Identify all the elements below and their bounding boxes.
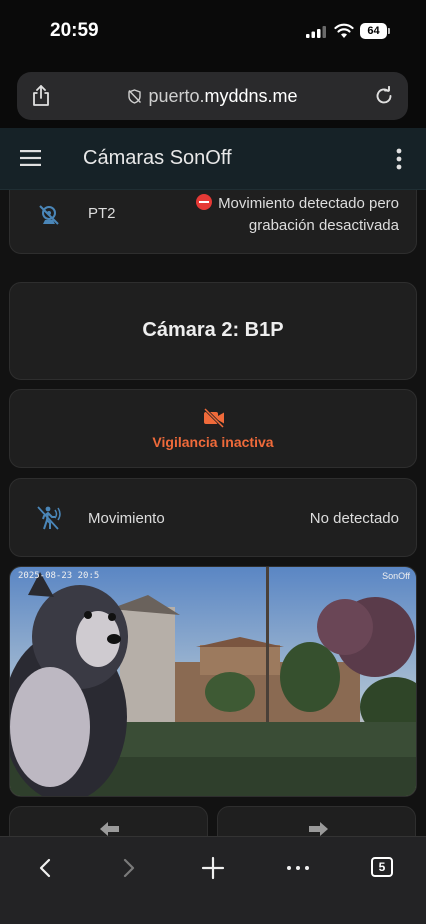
app-header: Cámaras SonOff [0,128,426,190]
motion-label: Movimiento [88,510,165,527]
status-time: 20:59 [50,20,99,41]
browser-url-area: puerto.myddns.me [0,62,426,128]
url-prefix: puerto. [148,86,205,106]
pt2-status-text: Movimiento detectado pero grabación desa… [169,193,399,237]
camera-title: Cámara 2: B1P [142,319,284,341]
status-bar: 20:59 64 [0,0,426,62]
motion-card: Movimiento No detectado [9,478,417,557]
feed-timestamp: 2025-08-23 20:5 [18,571,100,581]
pt2-status-value: Movimiento detectado pero grabación desa… [218,195,399,234]
url-bar[interactable]: puerto.myddns.me [17,72,408,120]
arrow-right-icon [309,822,328,836]
feed-brand: SonOff [382,571,410,581]
menu-icon[interactable] [20,150,41,166]
signal-icon [306,26,326,38]
camera-snapshot-image [10,567,416,796]
more-icon[interactable] [396,148,402,170]
surveillance-card[interactable]: Vigilancia inactiva [9,389,417,468]
next-camera-button[interactable] [217,806,416,836]
motion-value: No detectado [309,510,399,527]
prev-camera-button[interactable] [9,806,208,836]
browser-toolbar: 5 [0,836,426,924]
shield-icon [128,89,142,104]
add-icon[interactable] [198,853,228,883]
motion-icon [37,506,61,530]
wifi-icon [334,23,354,38]
battery-icon: 64 [360,23,390,39]
page-title: Cámaras SonOff [83,147,232,169]
stop-icon [196,194,213,210]
reload-icon[interactable] [374,86,394,106]
surveillance-status: Vigilancia inactiva [152,434,274,450]
videocam-off-icon [203,408,225,428]
camera-title-card: Cámara 2: B1P [9,282,417,380]
forward-icon[interactable] [114,853,144,883]
battery-level: 64 [360,23,387,39]
url-text[interactable]: puerto.myddns.me [17,86,408,107]
tabs-count: 5 [371,857,393,877]
main-content: PT2 Movimiento detectado pero grabación … [0,190,426,836]
arrow-left-icon [100,822,119,836]
ellipsis-icon[interactable] [283,853,313,883]
videocam-off-icon [39,205,59,225]
back-icon[interactable] [30,853,60,883]
url-domain: myddns.me [204,86,298,106]
tabs-icon[interactable]: 5 [368,853,398,883]
pt2-label: PT2 [88,205,116,222]
camera-feed-card[interactable]: 2025-08-23 20:5 SonOff [9,566,417,797]
pt2-status-card: PT2 Movimiento detectado pero grabación … [9,190,417,254]
